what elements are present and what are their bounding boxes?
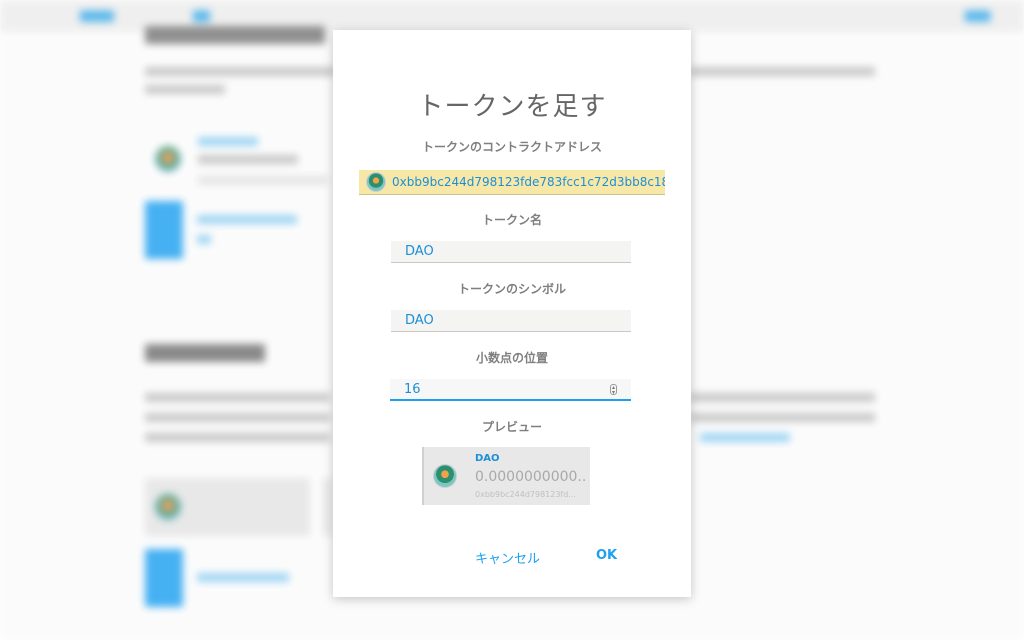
token-preview-card: DAO 0.0000000000... 0xbb9bc244d798123fd.…	[422, 447, 590, 505]
preview-token-balance: 0.0000000000...	[475, 469, 585, 485]
token-name-input[interactable]: DAO	[391, 241, 631, 263]
token-symbol-input[interactable]: DAO	[391, 310, 631, 332]
dialog-title: トークンを足す	[417, 92, 607, 122]
decimals-value: 16	[404, 382, 421, 397]
number-spinner-icon[interactable]: ▴ ▾	[610, 384, 617, 396]
token-symbol-label: トークンのシンボル	[457, 282, 566, 296]
token-identicon-icon	[366, 172, 386, 192]
contract-address-input[interactable]: 0xbb9bc244d798123fde783fcc1c72d3bb8c1894…	[359, 170, 665, 195]
cancel-button[interactable]: キャンセル	[475, 548, 540, 567]
ok-button[interactable]: OK	[596, 548, 617, 563]
decimals-input[interactable]: 16 ▴ ▾	[390, 379, 631, 401]
contract-address-label: トークンのコントラクトアドレス	[421, 140, 602, 154]
contract-address-value: 0xbb9bc244d798123fde783fcc1c72d3bb8c1894…	[392, 175, 665, 189]
token-identicon-icon	[433, 464, 457, 488]
add-token-dialog: トークンを足す トークンのコントラクトアドレス 0xbb9bc244d79812…	[333, 30, 691, 597]
token-name-label: トークン名	[481, 213, 542, 227]
preview-label: プレビュー	[481, 420, 542, 434]
preview-token-address: 0xbb9bc244d798123fd...	[475, 490, 576, 499]
preview-token-name: DAO	[475, 453, 500, 464]
decimals-label: 小数点の位置	[475, 351, 548, 365]
